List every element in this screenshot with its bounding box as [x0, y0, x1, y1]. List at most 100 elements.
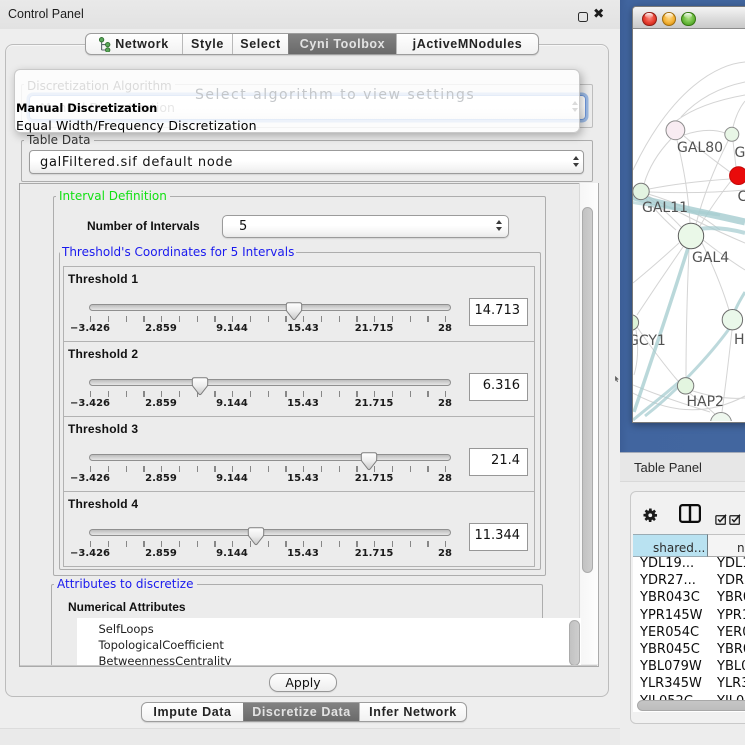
cell-name[interactable]: YBR0 — [717, 642, 745, 657]
table-data-combobox[interactable]: galFiltered.sif default node — [29, 150, 584, 174]
list-item[interactable]: BetweennessCentrality — [77, 653, 581, 665]
tab-cyni-toolbox[interactable]: Cyni Toolbox — [288, 34, 396, 54]
network-window-titlebar[interactable] — [633, 7, 745, 29]
cell-name[interactable]: YLR3 — [717, 676, 745, 691]
dropdown-item-manual-discretization[interactable]: Manual Discretization — [16, 101, 157, 115]
checkbox-checked-icon[interactable] — [715, 510, 727, 529]
node-label: GAL11 — [642, 200, 688, 216]
cell-shared-name[interactable]: YBR043C — [640, 590, 700, 605]
network-node[interactable] — [678, 223, 703, 248]
float-window-icon[interactable] — [578, 12, 588, 22]
tab-impute-data-label: Impute Data — [153, 705, 231, 719]
column-header-shared-name[interactable]: shared... — [633, 534, 708, 557]
table-hscrollbar-thumb[interactable] — [637, 700, 745, 711]
list-item[interactable]: SelfLoops — [77, 621, 581, 637]
cell-name[interactable]: YBR0 — [717, 590, 745, 605]
minimize-traffic-light[interactable] — [662, 12, 677, 27]
table-row[interactable]: YER054C YER0 — [633, 625, 745, 642]
network-node[interactable] — [711, 413, 732, 422]
cell-shared-name[interactable]: YLR345W — [640, 676, 702, 691]
settings-scrollbar-track[interactable] — [579, 183, 598, 664]
table-row[interactable]: YDL19... YDL1 — [633, 556, 745, 573]
attributes-scrollbar-thumb[interactable] — [569, 620, 580, 666]
tab-discretize-data-label: Discretize Data — [252, 705, 351, 719]
dropdown-placeholder-item[interactable]: Select algorithm to view settings — [195, 87, 475, 103]
table-data-combobox-value: galFiltered.sif default node — [40, 155, 233, 170]
close-icon[interactable]: ✖ — [593, 6, 604, 22]
network-node[interactable] — [677, 378, 693, 394]
gear-icon[interactable] — [643, 507, 658, 526]
tab-style[interactable]: Style — [182, 34, 232, 54]
threshold-1-value-field[interactable]: 14.713 — [469, 298, 528, 326]
threshold-3-slider-track[interactable] — [89, 454, 451, 461]
node-label: HAP2 — [687, 394, 724, 410]
threshold-2-slider-track[interactable] — [89, 379, 451, 386]
slider-ticks — [64, 541, 534, 548]
table-row[interactable]: YBR043C YBR0 — [633, 590, 745, 607]
threshold-1-slider-thumb[interactable] — [286, 302, 303, 321]
cell-shared-name[interactable]: YDL19... — [640, 556, 694, 571]
cell-name[interactable]: YER0 — [717, 625, 745, 640]
network-node[interactable] — [725, 127, 739, 141]
zoom-traffic-light[interactable] — [681, 12, 696, 27]
threshold-3-slider-thumb[interactable] — [361, 452, 378, 471]
settings-scrollbar-thumb[interactable] — [582, 207, 593, 573]
cell-name[interactable]: YBL0 — [717, 659, 745, 674]
threshold-4-slider-thumb[interactable] — [248, 527, 265, 546]
list-item[interactable]: TopologicalCoefficient — [77, 637, 581, 653]
cell-name[interactable]: YDR2 — [717, 573, 745, 588]
numerical-attributes-list[interactable]: SelfLoops TopologicalCoefficient Between… — [77, 618, 581, 665]
number-of-intervals-spinner[interactable]: 5 — [222, 215, 509, 238]
table-row[interactable]: YBR045C YBR0 — [633, 642, 745, 659]
tab-jactivemnodules[interactable]: jActiveMNodules — [396, 34, 538, 54]
table-row[interactable]: YBL079W YBL0 — [633, 659, 745, 676]
table-row[interactable]: YDR27... YDR2 — [633, 573, 745, 590]
tab-impute-data[interactable]: Impute Data — [142, 703, 243, 721]
cell-name[interactable]: YDL1 — [717, 556, 745, 571]
table-row[interactable]: YLR345W YLR3 — [633, 676, 745, 693]
threshold-3-value-field[interactable]: 21.4 — [469, 448, 528, 476]
tab-infer-network[interactable]: Infer Network — [359, 703, 466, 721]
network-node[interactable] — [722, 310, 742, 330]
tab-network[interactable]: Network — [86, 34, 182, 54]
node-label: GCY1 — [633, 333, 666, 349]
threshold-1-slider-track[interactable] — [89, 304, 451, 311]
attributes-scrollbar-track[interactable] — [567, 618, 581, 665]
attributes-group-title: Attributes to discretize — [54, 577, 197, 591]
table-row[interactable]: YPR145W YPR1 — [633, 608, 745, 625]
network-node[interactable] — [633, 183, 649, 199]
columns-icon[interactable] — [679, 504, 701, 527]
apply-button[interactable]: Apply — [269, 673, 337, 692]
tab-discretize-data[interactable]: Discretize Data — [243, 703, 359, 721]
threshold-coordinates-group-title: Threshold's Coordinates for 5 Intervals — [60, 245, 296, 259]
dropdown-item-equal-width[interactable]: Equal Width/Frequency Discretization — [16, 118, 257, 133]
node-label: GA — [735, 145, 745, 161]
threshold-2-slider-thumb[interactable] — [192, 377, 209, 396]
cell-shared-name[interactable]: YDR27... — [640, 573, 696, 588]
checkbox-checked-icon[interactable] — [729, 510, 741, 529]
node-label: C — [738, 189, 745, 205]
close-traffic-light[interactable] — [642, 12, 657, 27]
threshold-1-panel: Threshold 1 −3.4262.8599.14415.4321.7152… — [63, 266, 535, 342]
network-canvas[interactable]: GAL80 GA C GAL11 GAL4 GCY1 H HAP2 — [633, 28, 745, 421]
divider-cursor-arrow — [614, 368, 620, 387]
threshold-4-panel: Threshold 4 −3.4262.8599.14415.4321.7152… — [63, 491, 535, 567]
cell-shared-name[interactable]: YBR045C — [640, 642, 700, 657]
cell-name[interactable]: YPR1 — [717, 608, 745, 623]
network-graph: GAL80 GA C GAL11 GAL4 GCY1 H HAP2 — [633, 28, 745, 421]
network-node-red[interactable] — [730, 167, 745, 185]
threshold-4-slider-track[interactable] — [89, 529, 451, 536]
threshold-4-value-field[interactable]: 11.344 — [469, 523, 528, 551]
threshold-2-value-field[interactable]: 6.316 — [469, 373, 528, 401]
interval-definition-group-title: Interval Definition — [56, 189, 170, 203]
column-header-name[interactable]: name — [708, 534, 745, 557]
cell-shared-name[interactable]: YBL079W — [640, 659, 702, 674]
table-panel-title: Table Panel — [634, 460, 702, 475]
network-node[interactable] — [666, 121, 685, 140]
node-label: H — [734, 332, 745, 348]
tab-infer-network-label: Infer Network — [369, 705, 457, 719]
cell-shared-name[interactable]: YER054C — [640, 625, 699, 640]
tab-select[interactable]: Select — [232, 34, 288, 54]
cell-shared-name[interactable]: YPR145W — [640, 608, 702, 623]
spinner-arrows-icon — [496, 220, 503, 231]
